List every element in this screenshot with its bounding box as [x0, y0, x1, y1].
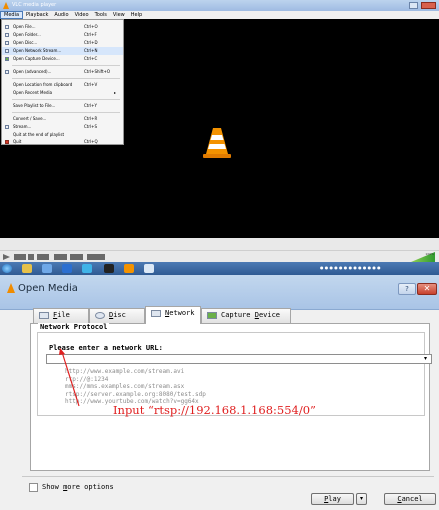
vlc-taskbar-icon[interactable]: [124, 264, 134, 273]
divider: [22, 476, 434, 477]
media-menu-dropdown: Open File... Ctrl+O Open Folder... Ctrl+F …: [1, 19, 124, 145]
url-examples: http://www.example.com/stream.avi rtp://…: [65, 368, 206, 406]
quit-icon: [5, 140, 9, 144]
terminal-icon[interactable]: [104, 264, 114, 273]
menu-view[interactable]: View: [110, 11, 128, 19]
explorer-icon[interactable]: [22, 264, 32, 273]
vlc-cone-logo-icon: [203, 128, 231, 158]
menu-separator: [12, 99, 120, 100]
disc-icon: [95, 311, 105, 319]
example-url: rtp://@:1234: [65, 375, 109, 383]
menu-tools[interactable]: Tools: [92, 11, 110, 19]
file-icon: [5, 25, 9, 29]
volume-value: 100%: [425, 252, 434, 256]
file-icon: [39, 311, 49, 319]
stream-icon: [5, 125, 9, 129]
menu-item-open-recent-media[interactable]: Open Recent Media ▸: [2, 89, 123, 97]
menu-item-convert-save[interactable]: Convert / Save... Ctrl+R: [2, 115, 123, 123]
menu-media[interactable]: Media: [0, 11, 24, 19]
cancel-button[interactable]: Cancel: [384, 493, 436, 505]
annotation-text: Input “rtsp://192.168.1.168:554/0”: [113, 403, 316, 417]
next-icon[interactable]: [37, 254, 49, 260]
fullscreen-icon[interactable]: [54, 254, 67, 260]
play-icon[interactable]: [3, 254, 10, 260]
dialog-title: Open Media: [18, 283, 78, 294]
folder-icon: [5, 33, 9, 37]
tab-disc[interactable]: Disc: [89, 308, 145, 323]
start-button-icon[interactable]: [2, 264, 12, 273]
network-icon: [5, 49, 9, 53]
app-icon[interactable]: [82, 264, 92, 273]
tab-network[interactable]: Network: [145, 306, 201, 324]
image-viewer-icon[interactable]: [144, 264, 154, 273]
menu-item-stream[interactable]: Stream... Ctrl+S: [2, 123, 123, 131]
menu-item-open-advanced[interactable]: Open (advanced)... Ctrl+Shift+O: [2, 68, 123, 76]
seek-bar[interactable]: [0, 238, 439, 250]
playback-controls: 100%: [0, 250, 439, 262]
dialog-close-button[interactable]: ✕: [417, 283, 437, 295]
ie-icon[interactable]: [42, 264, 52, 273]
open-media-dialog: Open Media ? ✕ File Disc Network Capture…: [0, 275, 439, 510]
vlc-window-title: VLC media player: [12, 2, 57, 8]
url-label: Please enter a network URL:: [49, 344, 163, 352]
example-url: http://www.example.com/stream.avi: [65, 368, 185, 375]
taskbar: ● ● ● ● ● ● ● ● ● ● ● ● ●: [0, 262, 439, 275]
menu-item-open-network-stream[interactable]: Open Network Stream... Ctrl+N: [2, 47, 123, 55]
example-url: mms://mms.examples.com/stream.asx: [65, 383, 185, 391]
help-button[interactable]: ?: [398, 283, 416, 295]
tab-capture-device[interactable]: Capture Device: [201, 308, 291, 323]
screenshot-root: VLC media player Media Playback Audio Video…: [0, 0, 439, 510]
dialog-titlebar: Open Media ? ✕: [0, 275, 439, 310]
menu-help[interactable]: Help: [128, 11, 145, 19]
example-url: rtsp://server.example.org:8080/test.sdp: [65, 390, 206, 398]
menu-separator: [12, 78, 120, 79]
tab-file[interactable]: File: [33, 308, 89, 323]
menu-item-quit[interactable]: Quit Ctrl+Q: [2, 138, 123, 146]
vlc-cone-icon: [7, 283, 15, 293]
menu-item-open-file[interactable]: Open File... Ctrl+O: [2, 23, 123, 31]
stop-icon[interactable]: [28, 254, 34, 260]
menu-item-open-folder[interactable]: Open Folder... Ctrl+F: [2, 31, 123, 39]
vlc-menubar: Media Playback Audio Video Tools View Help: [0, 11, 439, 19]
menu-audio[interactable]: Audio: [51, 11, 71, 19]
play-dropdown-button[interactable]: ▾: [356, 493, 367, 505]
system-tray: ● ● ● ● ● ● ● ● ● ● ● ● ●: [320, 265, 381, 270]
network-protocol-legend: Network Protocol: [38, 323, 110, 331]
menu-item-open-location-clipboard[interactable]: Open Location from clipboard Ctrl+V: [2, 81, 123, 89]
show-more-options-checkbox[interactable]: [29, 483, 38, 492]
vlc-close-button[interactable]: [421, 2, 436, 9]
capture-icon: [207, 311, 217, 319]
network-tab-panel: Please enter a network URL: ▾ http://www…: [30, 323, 432, 471]
vlc-titlebar: VLC media player: [0, 0, 439, 11]
url-history-dropdown[interactable]: ▾: [420, 355, 431, 363]
previous-icon[interactable]: [14, 254, 26, 260]
file-icon: [5, 70, 9, 74]
menu-item-open-disc[interactable]: Open Disc... Ctrl+D: [2, 39, 123, 47]
minimize-button[interactable]: [409, 2, 418, 9]
play-button[interactable]: Play: [311, 493, 354, 505]
loop-icon[interactable]: [87, 254, 105, 260]
disc-icon: [5, 41, 9, 45]
menu-separator: [12, 65, 120, 66]
app-icon[interactable]: [62, 264, 72, 273]
network-icon: [151, 309, 161, 317]
menu-video[interactable]: Video: [72, 11, 92, 19]
playlist-icon[interactable]: [70, 254, 83, 260]
show-more-options-label[interactable]: Show more options: [42, 483, 114, 491]
menu-playback[interactable]: Playback: [23, 11, 51, 19]
capture-icon: [5, 57, 9, 61]
menu-item-save-playlist[interactable]: Save Playlist to File... Ctrl+Y: [2, 102, 123, 110]
menu-item-open-capture-device[interactable]: Open Capture Device... Ctrl+C: [2, 55, 123, 63]
menu-separator: [12, 112, 120, 113]
vlc-main-window: VLC media player Media Playback Audio Video…: [0, 0, 439, 250]
vlc-cone-icon: [3, 2, 9, 9]
network-url-input[interactable]: [46, 354, 432, 364]
